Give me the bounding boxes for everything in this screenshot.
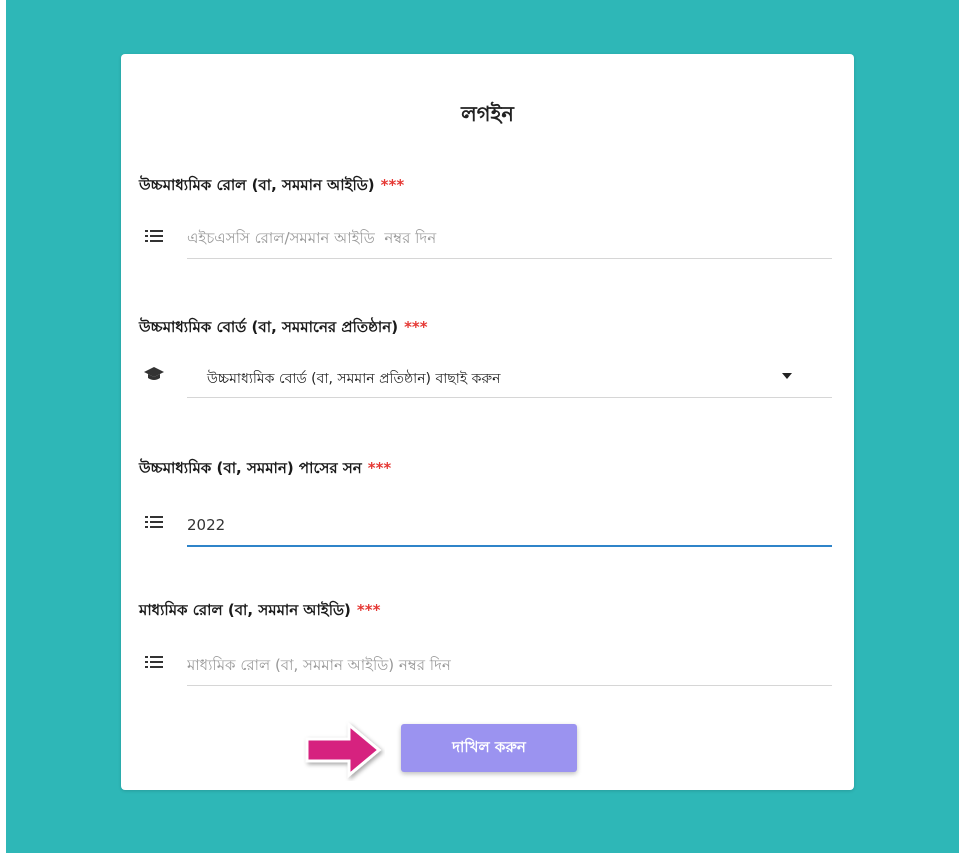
hsc-board-select[interactable]: উচ্চমাধ্যমিক বোর্ড (বা, সমমান প্রতিষ্ঠান… (187, 357, 832, 398)
hsc-year-label: উচ্চমাধ্যমিক (বা, সমমান) পাসের সন *** (139, 457, 391, 482)
hsc-roll-field (187, 218, 832, 259)
list-icon (143, 227, 165, 245)
hsc-board-label-text: উচ্চমাধ্যমিক বোর্ড (বা, সমমানের প্রতিষ্ঠ… (139, 318, 399, 336)
required-mark: *** (404, 318, 428, 336)
hsc-board-label: উচ্চমাধ্যমিক বোর্ড (বা, সমমানের প্রতিষ্ঠ… (139, 316, 428, 341)
hsc-roll-label-text: উচ্চমাধ্যমিক রোল (বা, সমমান আইডি) (139, 176, 375, 194)
hsc-board-selected-value: উচ্চমাধ্যমিক বোর্ড (বা, সমমান প্রতিষ্ঠান… (207, 371, 501, 387)
hsc-roll-input[interactable] (187, 218, 832, 258)
login-card: লগইন উচ্চমাধ্যমিক রোল (বা, সমমান আইডি) **… (121, 54, 854, 790)
graduation-cap-icon (143, 365, 165, 383)
submit-button[interactable]: দাখিল করুন (401, 724, 577, 772)
hsc-roll-label: উচ্চমাধ্যমিক রোল (বা, সমমান আইডি) *** (139, 174, 404, 199)
hsc-year-input[interactable] (187, 505, 832, 545)
form-title: লগইন (461, 102, 514, 126)
required-mark: *** (356, 601, 381, 619)
pointer-arrow-icon (305, 721, 382, 779)
ssc-roll-label-text: মাধ্যমিক রোল (বা, সমমান আইডি) (139, 601, 351, 619)
ssc-roll-field (187, 645, 832, 686)
list-icon (143, 653, 165, 671)
required-mark: *** (380, 176, 405, 194)
required-mark: *** (367, 459, 392, 477)
hsc-year-label-text: উচ্চমাধ্যমিক (বা, সমমান) পাসের সন (139, 459, 362, 477)
ssc-roll-input[interactable] (187, 645, 832, 685)
caret-down-icon (782, 373, 792, 379)
list-icon (143, 513, 165, 531)
hsc-year-field (187, 505, 832, 547)
ssc-roll-label: মাধ্যমিক রোল (বা, সমমান আইডি) *** (139, 599, 380, 624)
